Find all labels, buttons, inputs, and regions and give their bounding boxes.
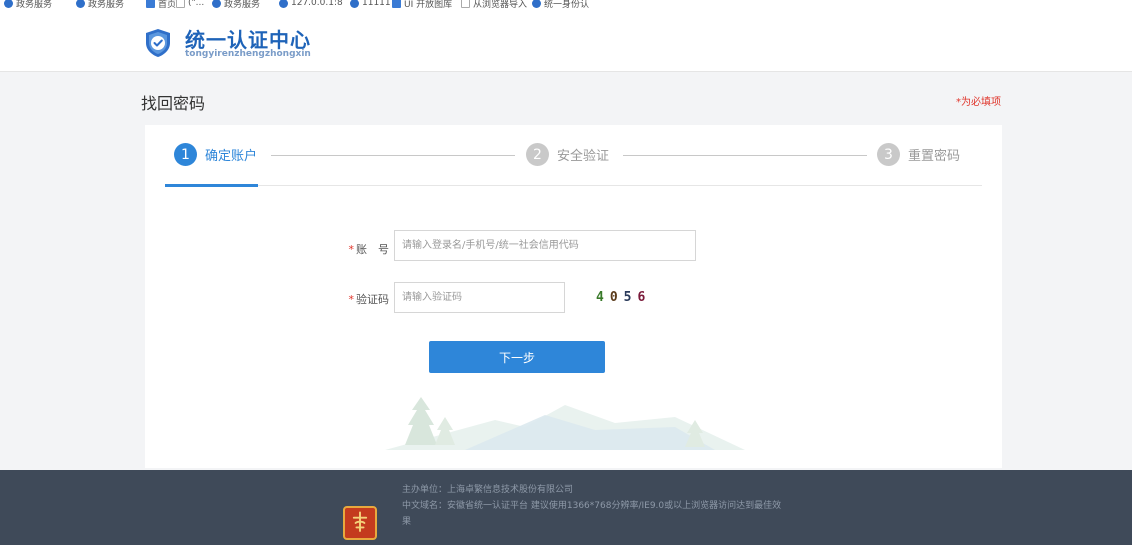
shield-check-icon — [146, 29, 170, 57]
bookmark-item[interactable]: 政务服务 — [212, 0, 260, 9]
bookmark-item[interactable]: 统一身份认 — [532, 0, 589, 9]
bookmark-item[interactable]: ("... — [176, 0, 204, 9]
active-step-indicator — [165, 184, 258, 187]
next-step-button[interactable]: 下一步 — [429, 341, 605, 373]
site-subtitle: tongyirenzhengzhongxin — [185, 49, 311, 59]
landscape-illustration — [385, 397, 745, 450]
step-number: 1 — [174, 143, 197, 166]
step-confirm-account: 1 确定账户 — [174, 143, 257, 166]
bookmark-item[interactable]: 首页 — [146, 0, 176, 9]
captcha-image[interactable]: 4056 — [596, 290, 651, 305]
globe-icon — [76, 0, 85, 8]
account-input[interactable] — [394, 230, 696, 261]
step-connector — [623, 155, 867, 156]
footer-domain-note-cont: 果 — [402, 517, 412, 527]
folder-icon — [176, 0, 185, 8]
page-title: 找回密码 — [141, 94, 206, 113]
bookmark-item[interactable]: UI 开放图库 — [392, 0, 452, 9]
site-footer: 主办单位：上海卓繁信息技术股份有限公司 中文域名：安徽省统一认证平台 建议使用1… — [0, 470, 1132, 545]
step-label: 重置密码 — [908, 149, 961, 164]
page-icon — [146, 0, 155, 8]
folder-icon — [461, 0, 470, 8]
globe-icon — [4, 0, 13, 8]
step-number: 3 — [877, 143, 900, 166]
bookmarks-bar: 政务服务 政务服务 首页 ("... 政务服务 127.0.0.1:8 1111… — [0, 0, 1132, 9]
bookmark-item[interactable]: 11111 — [350, 0, 391, 9]
captcha-label: * 验证码 — [348, 293, 390, 306]
page-icon — [392, 0, 401, 8]
footer-organizer: 主办单位：上海卓繁信息技术股份有限公司 — [402, 485, 574, 495]
step-label: 确定账户 — [205, 149, 258, 164]
step-security-verification: 2 安全验证 — [526, 143, 609, 166]
step-number: 2 — [526, 143, 549, 166]
emblem-logo — [343, 506, 377, 540]
step-reset-password: 3 重置密码 — [877, 143, 960, 166]
recover-password-card: 1 确定账户 2 安全验证 3 重置密码 *账 号 *验证码 4056 下一步 — [145, 125, 1002, 468]
step-connector — [271, 155, 515, 156]
steps-underline — [165, 185, 982, 186]
footer-domain-note: 中文域名：安徽省统一认证平台 建议使用1366*768分辨率/IE9.0或以上浏… — [402, 501, 782, 511]
bookmark-item[interactable]: 政务服务 — [76, 0, 124, 9]
bookmark-item[interactable]: 从浏览器导入 — [461, 0, 527, 9]
globe-icon — [279, 0, 288, 8]
account-label: * 账 号 — [348, 243, 390, 256]
captcha-input[interactable] — [394, 282, 565, 313]
globe-icon — [212, 0, 221, 8]
globe-icon — [532, 0, 541, 8]
step-label: 安全验证 — [557, 149, 610, 164]
site-header: 统一认证中心 tongyirenzhengzhongxin — [0, 9, 1132, 72]
bookmark-item[interactable]: 127.0.0.1:8 — [279, 0, 343, 9]
required-note: *为必填项 — [956, 97, 1001, 108]
globe-icon — [350, 0, 359, 8]
bookmark-item[interactable]: 政务服务 — [4, 0, 52, 9]
